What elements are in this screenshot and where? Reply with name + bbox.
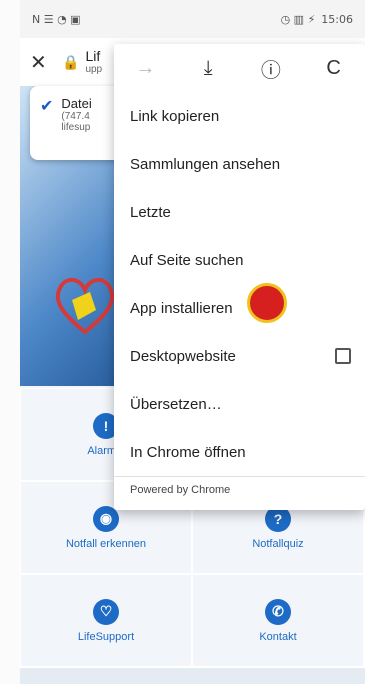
menu-item-install-app[interactable]: App installieren [114,284,365,332]
forward-icon[interactable]: → [127,57,163,80]
tile-kontakt[interactable]: ✆ Kontakt [192,574,364,667]
check-icon: ✔ [40,98,54,115]
menu-item-desktop-site[interactable]: Desktopwebsite [114,332,365,380]
menu-item-collections[interactable]: Sammlungen ansehen [114,140,365,188]
bottom-strip [20,668,365,684]
menu-item-open-in-chrome[interactable]: In Chrome öffnen [114,428,365,476]
menu-item-label: Desktopwebsite [130,347,236,365]
page-url: upp [85,64,103,76]
heart-logo-icon [55,278,115,335]
frame: N ☰ ◔ ▣ ◷ ▥ ⚡ 15:06 ✕ 🔒 Lif upp ✔ Datei [0,0,365,684]
download-text: Datei (747.4 lifesup [61,96,91,150]
tile-lifesupport[interactable]: ♡ LifeSupport [20,574,192,667]
status-bar: N ☰ ◔ ▣ ◷ ▥ ⚡ 15:06 [20,0,365,38]
tile-label: Kontakt [259,630,297,643]
download-source: lifesup [61,122,91,133]
powered-by: Powered by Chrome [114,476,365,503]
download-size: (747.4 [61,111,90,122]
status-right-icons: ◷ ▥ ⚡ [280,12,316,26]
lock-icon: 🔒 [62,53,80,70]
menu-item-translate[interactable]: Übersetzen… [114,380,365,428]
page-title: Lif [85,47,101,64]
tile-label: Notfallquiz [252,537,304,550]
menu-item-find-in-page[interactable]: Auf Seite suchen [114,236,365,284]
info-icon[interactable]: ⓘ [253,54,289,83]
menu-item-recent[interactable]: Letzte [114,188,365,236]
overflow-menu: → ⤓ ⓘ C Link kopieren Sammlungen ansehen… [114,44,365,510]
status-right: ◷ ▥ ⚡ 15:06 [281,13,353,26]
tile-label: Notfall erkennen [65,537,147,550]
menu-item-copy-link[interactable]: Link kopieren [114,92,365,140]
status-left-icons: N ☰ ◔ ▣ [32,12,81,26]
tile-label: LifeSupport [77,630,135,643]
desktop-site-checkbox[interactable] [335,348,351,364]
tap-indicator-icon [247,283,287,323]
refresh-icon[interactable]: C [316,57,352,80]
download-title: Datei [61,96,92,111]
close-icon[interactable]: ✕ [30,50,54,75]
download-icon[interactable]: ⤓ [190,57,226,80]
page-title-block: Lif upp [85,47,103,76]
status-left: N ☰ ◔ ▣ [32,13,81,26]
status-time: 15:06 [321,12,353,26]
phone-icon: ✆ [265,598,291,625]
menu-toolbar: → ⤓ ⓘ C [114,44,365,92]
heart-icon: ♡ [93,598,119,625]
